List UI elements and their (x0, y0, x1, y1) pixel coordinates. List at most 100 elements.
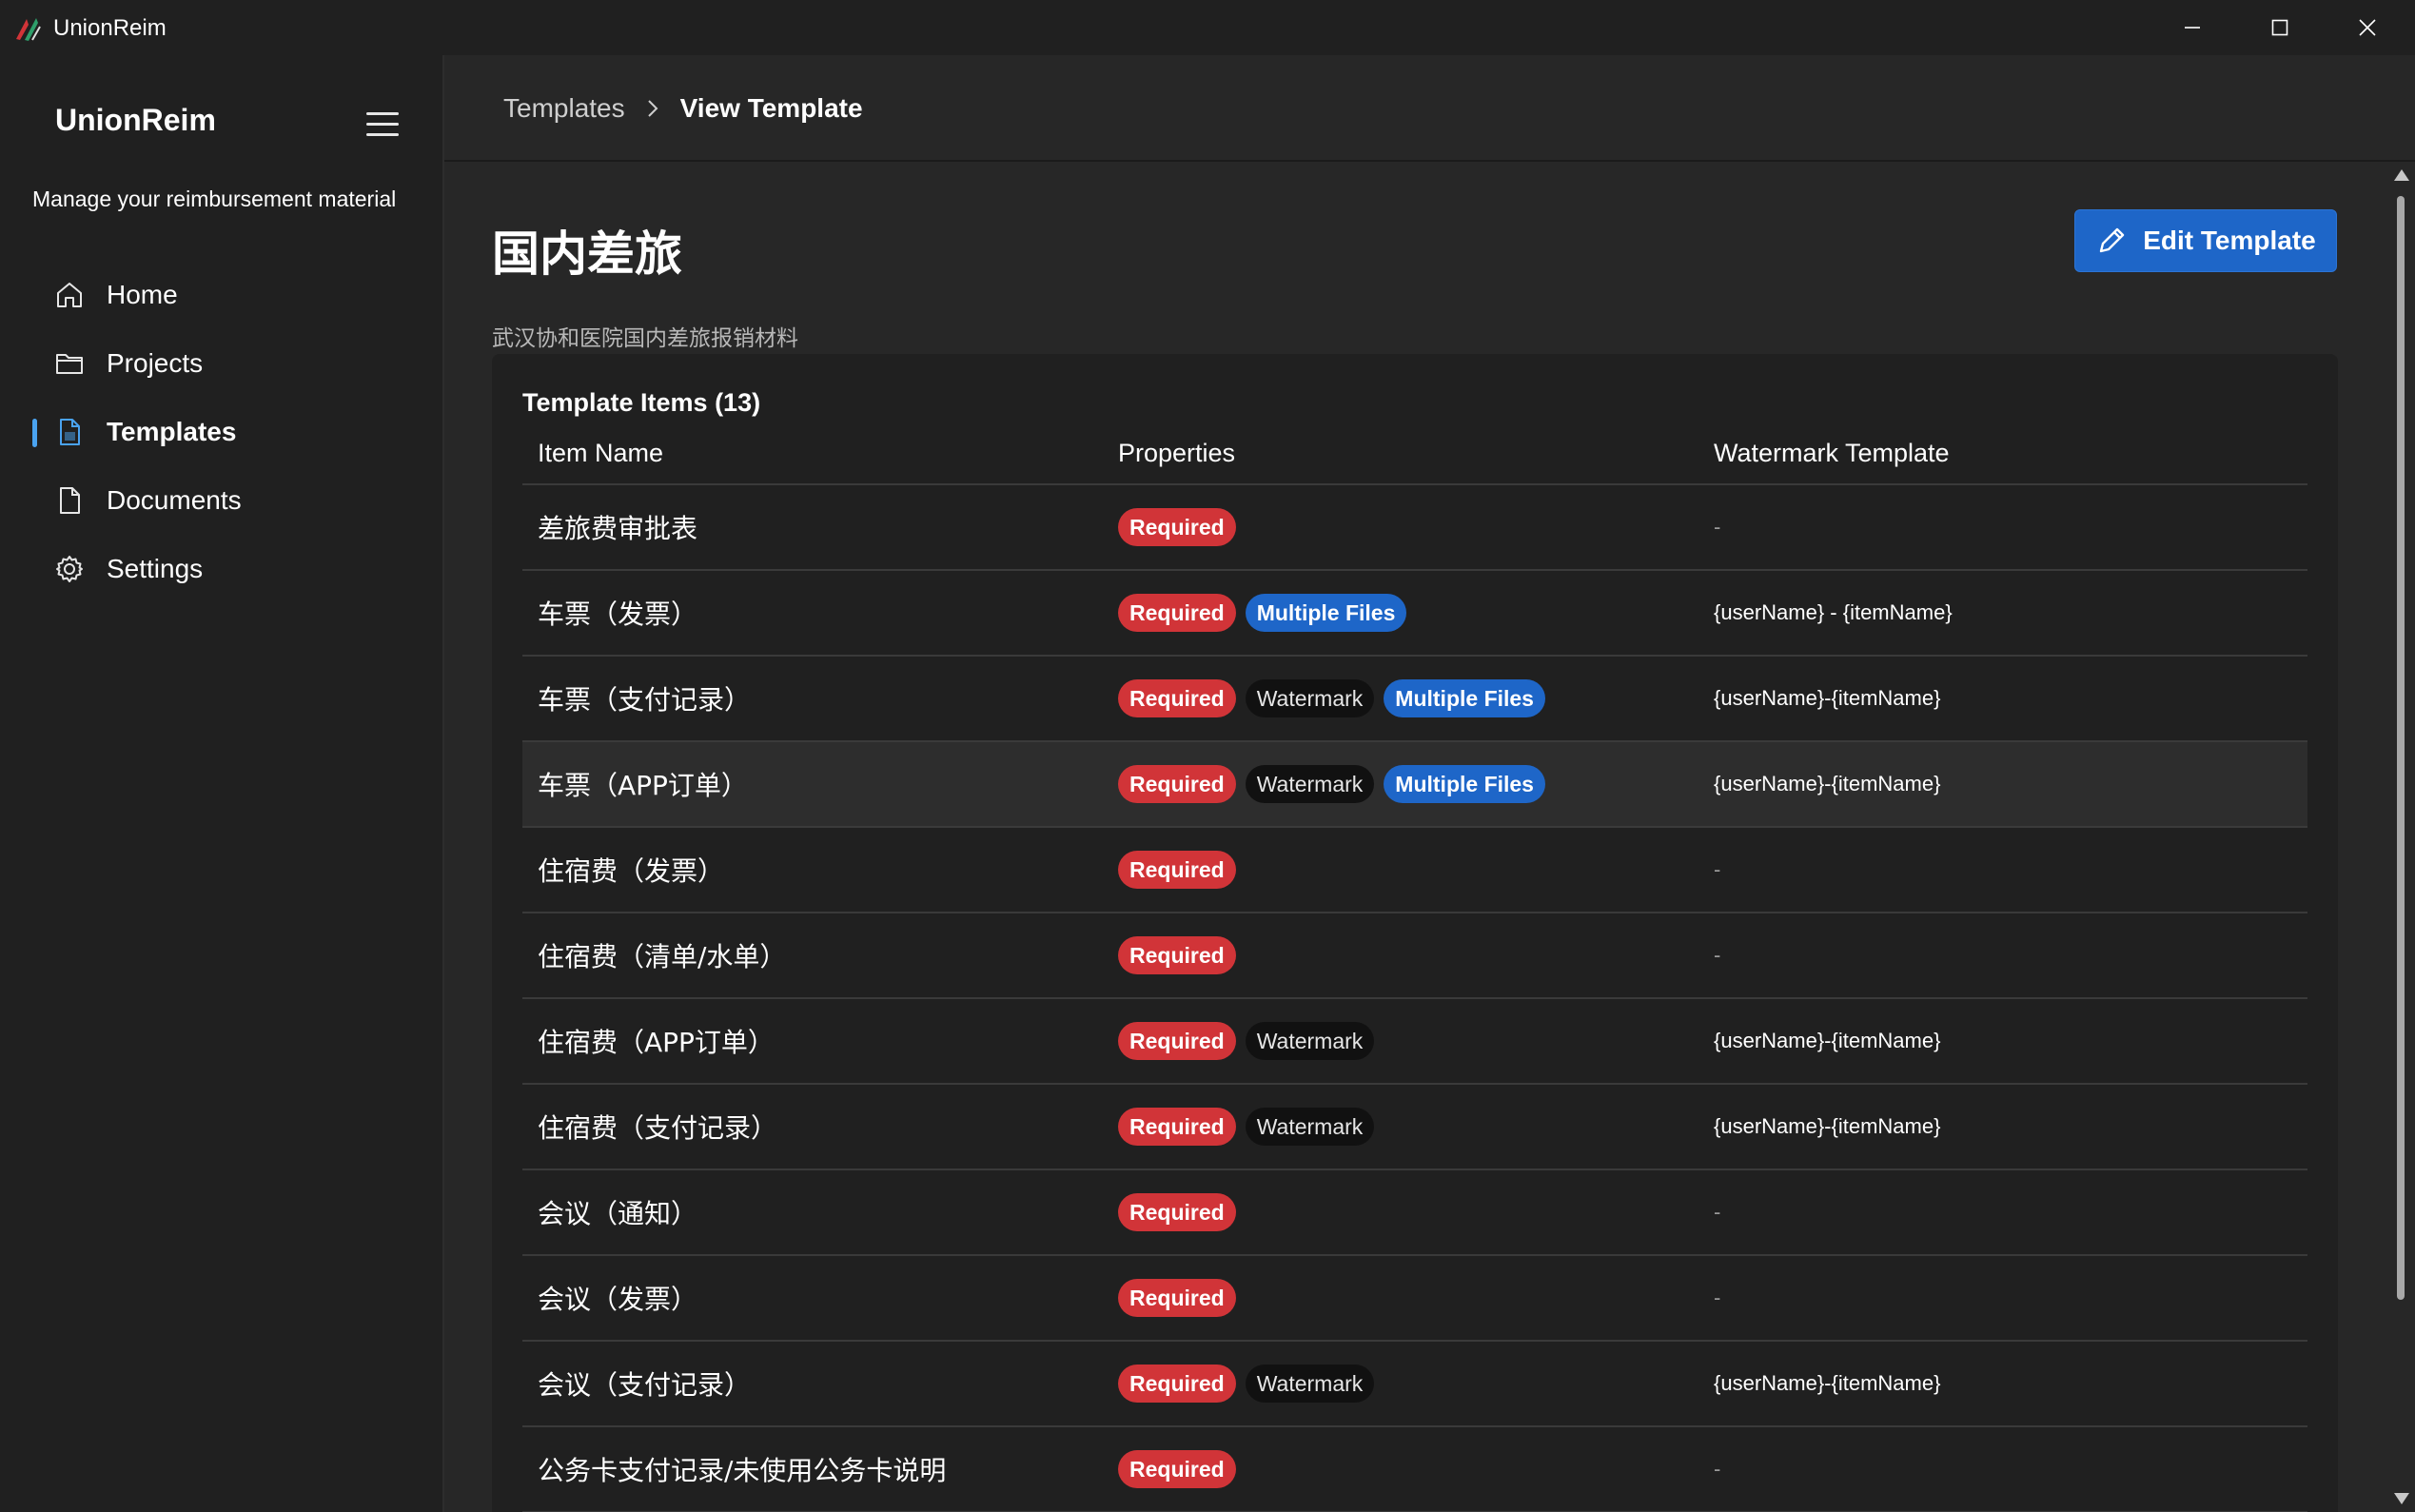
watermark-template-cell: - (1714, 1457, 1721, 1481)
scroll-down-arrow-icon[interactable] (2394, 1493, 2409, 1504)
watermark-template-cell: {userName}-{itemName} (1714, 686, 1941, 710)
page-title: 国内差旅 (492, 226, 682, 282)
required-badge: Required (1118, 594, 1236, 632)
watermark-template-cell: {userName} - {itemName} (1714, 600, 1953, 624)
window-title: UnionReim (53, 15, 167, 41)
required-badge: Required (1118, 1022, 1236, 1060)
table-row[interactable]: 公务卡支付记录/未使用公务卡说明 Required - (522, 1427, 2307, 1512)
multiple-files-badge: Multiple Files (1384, 765, 1545, 803)
breadcrumb-current: View Template (679, 93, 863, 123)
column-header-properties[interactable]: Properties (1118, 439, 1714, 468)
sidebar-item-settings[interactable]: Settings (0, 535, 442, 603)
title-bar: UnionReim (0, 0, 2415, 55)
menu-toggle-button[interactable] (360, 105, 405, 143)
watermark-template-cell: - (1714, 1200, 1721, 1224)
table-row[interactable]: 住宿费（APP订单） Required Watermark {userName}-{i… (522, 999, 2307, 1085)
sidebar-subtitle: Manage your reimbursement material (32, 187, 397, 211)
template-items-table: Item Name Properties Watermark Template … (522, 422, 2307, 1512)
chevron-right-icon (646, 98, 659, 119)
table-row[interactable]: 车票（发票） Required Multiple Files {userName} -… (522, 571, 2307, 657)
scroll-up-arrow-icon[interactable] (2394, 169, 2409, 181)
breadcrumb-templates-link[interactable]: Templates (503, 93, 625, 124)
content-area: 国内差旅 Edit Template 武汉协和医院国内差旅报销材料 Templa… (444, 164, 2386, 1512)
sidebar-item-home[interactable]: Home (0, 261, 442, 329)
item-name-cell: 差旅费审批表 (538, 513, 698, 544)
table-header: Item Name Properties Watermark Template (522, 422, 2307, 485)
item-name-cell: 会议（支付记录） (538, 1369, 752, 1401)
item-name-cell: 住宿费（APP订单） (538, 1027, 775, 1058)
close-button[interactable] (2324, 0, 2411, 55)
item-name-cell: 会议（通知） (538, 1198, 698, 1229)
properties-cell: Required (1118, 1450, 1714, 1488)
required-badge: Required (1118, 1365, 1236, 1403)
sidebar-nav: Home Projects Templates Documents Settin… (0, 261, 442, 603)
vertical-scrollbar[interactable] (2386, 164, 2415, 1512)
watermark-template-cell: - (1714, 1286, 1721, 1309)
watermark-template-cell: - (1714, 515, 1721, 539)
column-header-item-name[interactable]: Item Name (522, 439, 1118, 468)
properties-cell: Required Watermark (1118, 1022, 1714, 1060)
table-row[interactable]: 住宿费（发票） Required - (522, 828, 2307, 913)
table-row[interactable]: 会议（支付记录） Required Watermark {userName}-{ite… (522, 1342, 2307, 1427)
item-name-cell: 车票（发票） (538, 599, 698, 630)
table-row[interactable]: 差旅费审批表 Required - (522, 485, 2307, 571)
home-icon (53, 279, 86, 311)
required-badge: Required (1118, 1108, 1236, 1146)
properties-cell: Required Multiple Files (1118, 594, 1714, 632)
app-logo-icon (16, 18, 41, 41)
sidebar-item-projects[interactable]: Projects (0, 329, 442, 398)
properties-cell: Required Watermark (1118, 1365, 1714, 1403)
table-row[interactable]: 住宿费（清单/水单） Required - (522, 913, 2307, 999)
gear-icon (53, 553, 86, 585)
required-badge: Required (1118, 679, 1236, 717)
watermark-template-cell: {userName}-{itemName} (1714, 772, 1941, 795)
sidebar: UnionReim Manage your reimbursement mate… (0, 55, 444, 1512)
main-area: Templates View Template 国内差旅 Edit Templa… (444, 55, 2415, 1512)
sidebar-item-documents[interactable]: Documents (0, 466, 442, 535)
watermark-badge: Watermark (1245, 679, 1375, 717)
sidebar-item-templates[interactable]: Templates (0, 398, 442, 466)
item-name-cell: 车票（APP订单） (538, 770, 748, 801)
watermark-template-cell: - (1714, 857, 1721, 881)
multiple-files-badge: Multiple Files (1384, 679, 1545, 717)
required-badge: Required (1118, 765, 1236, 803)
document-icon (53, 416, 86, 448)
required-badge: Required (1118, 508, 1236, 546)
properties-cell: Required Watermark Multiple Files (1118, 765, 1714, 803)
edit-template-label: Edit Template (2143, 226, 2316, 255)
properties-cell: Required Watermark Multiple Files (1118, 679, 1714, 717)
scroll-thumb[interactable] (2397, 196, 2405, 1300)
multiple-files-badge: Multiple Files (1245, 594, 1407, 632)
watermark-template-cell: {userName}-{itemName} (1714, 1371, 1941, 1395)
properties-cell: Required (1118, 1279, 1714, 1317)
properties-cell: Required (1118, 936, 1714, 974)
sidebar-item-label: Templates (107, 417, 237, 446)
table-row[interactable]: 会议（发票） Required - (522, 1256, 2307, 1342)
pencil-icon (2100, 227, 2125, 253)
minimize-icon (2185, 27, 2200, 29)
maximize-icon (2271, 19, 2288, 36)
table-row[interactable]: 会议（通知） Required - (522, 1170, 2307, 1256)
sidebar-item-label: Projects (107, 348, 204, 378)
template-items-title: Template Items (13) (522, 388, 761, 417)
properties-cell: Required (1118, 1193, 1714, 1231)
watermark-template-cell: {userName}-{itemName} (1714, 1029, 1941, 1052)
page-description: 武汉协和医院国内差旅报销材料 (492, 326, 798, 351)
maximize-button[interactable] (2236, 0, 2324, 55)
watermark-badge: Watermark (1245, 1365, 1375, 1403)
column-header-watermark-template[interactable]: Watermark Template (1714, 439, 2307, 468)
properties-cell: Required (1118, 508, 1714, 546)
table-body: 差旅费审批表 Required - 车票（发票） Required Multiple Fi… (522, 485, 2307, 1512)
properties-cell: Required (1118, 851, 1714, 889)
active-indicator (32, 419, 37, 447)
close-icon (2359, 19, 2376, 36)
table-row[interactable]: 车票（APP订单） Required Watermark Multiple Files… (522, 742, 2307, 828)
table-row[interactable]: 住宿费（支付记录） Required Watermark {userName}-{it… (522, 1085, 2307, 1170)
edit-template-button[interactable]: Edit Template (2074, 209, 2337, 272)
hamburger-icon (366, 111, 399, 115)
table-row[interactable]: 车票（支付记录） Required Watermark Multiple Files{… (522, 657, 2307, 742)
minimize-button[interactable] (2149, 0, 2236, 55)
item-name-cell: 住宿费（清单/水单） (538, 941, 787, 972)
required-badge: Required (1118, 1450, 1236, 1488)
item-name-cell: 车票（支付记录） (538, 684, 752, 716)
